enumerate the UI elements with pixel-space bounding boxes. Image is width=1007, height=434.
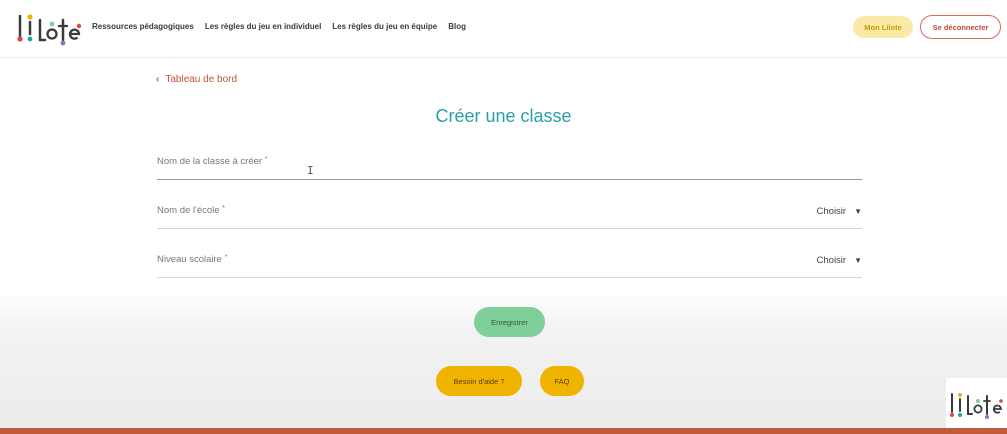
faq-button[interactable]: FAQ [540,366,584,396]
top-header: Ressources pédagogiques Les règles du je… [0,0,1007,58]
school-select[interactable]: Nom de l'école * Choisir ▼ [157,205,862,229]
class-name-field[interactable]: Nom de la classe à créer * I [157,156,862,180]
lilote-logo[interactable] [16,12,82,46]
level-select-value[interactable]: Choisir ▼ [817,255,862,266]
caret-down-icon: ▼ [854,207,862,216]
nav-item-resources[interactable]: Ressources pédagogiques [92,22,194,31]
lilote-watermark-logo [946,378,1007,428]
logout-button[interactable]: Se déconnecter [920,15,1001,39]
mon-lilote-button[interactable]: Mon Lilote [853,16,913,38]
breadcrumb-label[interactable]: Tableau de bord [165,74,237,85]
text-cursor-icon: I [307,164,314,177]
caret-down-icon: ▼ [854,256,862,265]
help-button[interactable]: Besoin d'aide ? [436,366,522,396]
school-label: Nom de l'école * [157,205,225,216]
save-button[interactable]: Enregistrer [474,307,545,337]
main-nav: Ressources pédagogiques Les règles du je… [92,22,466,31]
level-label: Niveau scolaire * [157,254,228,265]
class-name-label: Nom de la classe à créer * [157,156,268,167]
level-select[interactable]: Niveau scolaire * Choisir ▼ [157,254,862,278]
chevron-left-icon: ‹ [156,74,160,85]
nav-item-rules-individual[interactable]: Les règles du jeu en individuel [205,22,321,31]
bottom-bar [0,428,1007,434]
page-title: Créer une classe [435,106,572,126]
nav-item-blog[interactable]: Blog [448,22,466,31]
school-select-value[interactable]: Choisir ▼ [817,206,862,217]
breadcrumb[interactable]: ‹ Tableau de bord [156,74,237,85]
nav-item-rules-team[interactable]: Les règles du jeu en équipe [332,22,437,31]
